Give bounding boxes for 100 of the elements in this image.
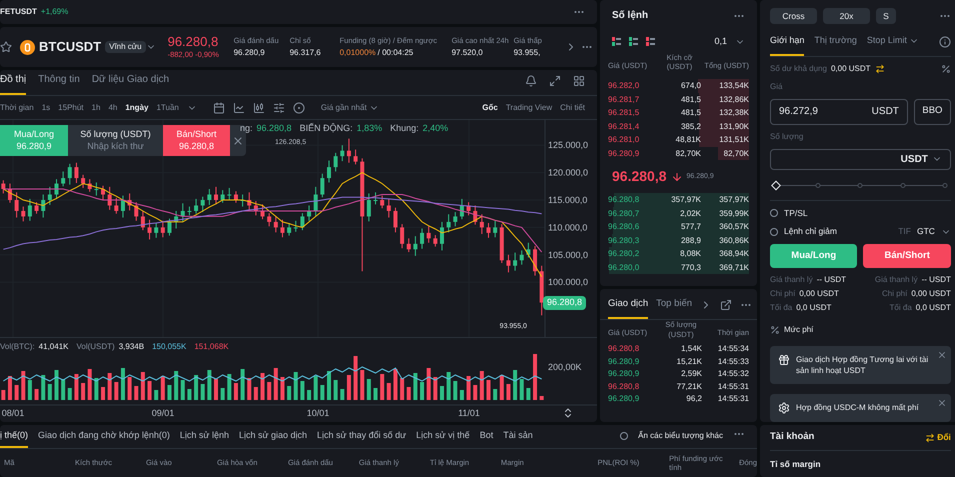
- candlestick: [380, 195, 384, 209]
- info-label: Tối đa: [770, 302, 792, 314]
- volume-value: 3,934B: [118, 341, 144, 353]
- time-cell-text: 14:55:31: [716, 393, 749, 406]
- last-price-tag: 96.280,8: [543, 296, 586, 310]
- volume-value: 150,055K: [152, 341, 186, 353]
- price-source-select[interactable]: Giá gần nhất: [320, 102, 367, 114]
- position-tab[interactable]: Lịch sử vị thế: [416, 428, 470, 448]
- position-tab[interactable]: Bot: [480, 428, 494, 448]
- candlestick: [334, 152, 338, 172]
- price-axis-label: 125.000,0: [548, 140, 588, 150]
- field-label: Giá: [770, 80, 784, 92]
- total-cell-text: 131,90K: [718, 120, 749, 132]
- position-tab[interactable]: Lịch sử thay đổi số dư: [317, 428, 406, 448]
- candlestick: [134, 202, 138, 222]
- total-cell-text: 357,97K: [718, 194, 749, 206]
- quantity-field[interactable]: USDT: [770, 148, 951, 170]
- chart-tab[interactable]: Đồ thị: [0, 72, 26, 95]
- trades-tab[interactable]: Giao dịch: [608, 297, 648, 320]
- chart-tab[interactable]: Thông tin: [38, 72, 80, 95]
- tif-select[interactable]: GTC: [916, 225, 935, 238]
- stat-value: 96.280,9: [234, 48, 265, 58]
- candlestick: [160, 220, 165, 238]
- trades-tab[interactable]: Top biến: [656, 297, 692, 320]
- size-cell-text: 770,3: [680, 262, 701, 274]
- order-type-tab[interactable]: Thị trường: [814, 34, 857, 56]
- candlestick: [34, 202, 39, 214]
- candlestick: [200, 196, 205, 213]
- position-tab[interactable]: ị thế(0): [0, 428, 28, 448]
- price-cell-text: 96.280,2: [608, 248, 640, 260]
- order-type-tab[interactable]: Stop Limit: [866, 34, 919, 56]
- info-value: 0,0 USDT: [796, 302, 832, 314]
- candlestick: [340, 144, 344, 162]
- sell-short-button[interactable]: Bán/Short: [863, 244, 951, 268]
- candlestick: [506, 254, 510, 273]
- size-cell-text: 385,2: [680, 120, 701, 132]
- tick-size-select[interactable]: 0,1: [714, 35, 727, 48]
- notice-text: Giao dịch Hợp đồng Tương lai với tài sản linh hoạt USDT: [796, 354, 930, 376]
- interval-button[interactable]: 15Phút: [58, 102, 84, 114]
- candlestick: [513, 252, 518, 272]
- legend-label: BIẾN ĐỘNG:: [300, 122, 353, 135]
- interval-button[interactable]: Thời gian: [0, 102, 34, 114]
- margin-mode-button[interactable]: S: [876, 8, 896, 24]
- price-axis-label: 105.000,0: [548, 250, 588, 260]
- available-balance-label: Số dư khả dụng: [770, 62, 827, 74]
- info-value: 0,00 USDT: [799, 288, 839, 300]
- info-label: Chi phí: [770, 288, 796, 300]
- candlestick: [374, 192, 378, 205]
- size-cell-text: 8,08K: [679, 248, 701, 260]
- info-label: Chi phí: [882, 288, 908, 300]
- view-tab[interactable]: Chi tiết: [560, 102, 585, 114]
- interval-button[interactable]: 1h: [92, 102, 100, 114]
- price-cell-text: 96.280,9: [608, 393, 640, 406]
- checkbox-label: TP/SL: [784, 206, 808, 220]
- candlestick: [433, 234, 438, 248]
- size-cell-text: 674,0: [680, 80, 701, 92]
- date-axis-label: 08/01: [2, 408, 24, 418]
- position-tab[interactable]: Tài sản: [503, 428, 533, 448]
- interval-button[interactable]: 4h: [108, 102, 118, 114]
- candlestick: [120, 195, 125, 218]
- candlestick: [68, 163, 72, 186]
- quantity-cell-text: 96,2: [685, 393, 702, 406]
- position-tab[interactable]: Lịch sử lệnh: [180, 428, 229, 448]
- candlestick: [393, 207, 398, 233]
- total-cell-text: 131,51K: [718, 134, 749, 146]
- quantity-input[interactable]: Nhập kích thư: [76, 140, 156, 152]
- size-cell-text: 288,9: [680, 234, 701, 246]
- available-balance-value: 0,00 USDT: [830, 62, 871, 74]
- size-cell-text: 2,02K: [679, 208, 701, 220]
- notice-text: Hợp đồng USDC-M không mất phí: [796, 402, 920, 413]
- position-tab[interactable]: Giao dịch đang chờ khớp lệnh(0): [38, 428, 170, 448]
- interval-button[interactable]: 1s: [42, 102, 50, 114]
- quick-sell-button[interactable]: Bán/Short 96.280,8: [163, 125, 230, 156]
- position-tab[interactable]: Lịch sử giao dịch: [238, 428, 308, 448]
- candlestick: [400, 224, 404, 249]
- margin-mode-button[interactable]: Cross: [770, 8, 817, 24]
- date-axis-label: 09/01: [152, 408, 174, 418]
- chart-tab[interactable]: Dữ liệu Giao dịch: [92, 72, 170, 95]
- info-value: -- USDT: [922, 274, 951, 286]
- view-tab[interactable]: Gốc: [482, 102, 498, 114]
- total-cell-text: 359,99K: [718, 208, 749, 220]
- contract-type[interactable]: Vĩnh cửu: [105, 41, 146, 53]
- candlestick: [114, 197, 118, 214]
- last-price: 96.280,8: [168, 34, 220, 50]
- size-cell-text: 481,5: [680, 107, 701, 119]
- candlestick: [167, 218, 172, 236]
- view-tab[interactable]: Trading View: [506, 102, 552, 114]
- bbo-button[interactable]: BBO: [914, 98, 951, 124]
- margin-mode-button[interactable]: 20x: [823, 8, 870, 24]
- interval-button[interactable]: 1Tuần: [156, 102, 179, 114]
- info-value: 0,0 USDT: [916, 302, 951, 314]
- interval-button[interactable]: 1ngày: [125, 102, 148, 114]
- size-cell-text: 357,97K: [670, 194, 701, 206]
- price-field[interactable]: 96.272,9 USDT: [770, 98, 908, 124]
- switch-button[interactable]: Đổi: [937, 431, 951, 444]
- info-label: Giá thanh lý: [770, 274, 813, 286]
- candlestick: [420, 228, 424, 250]
- order-type-tab[interactable]: Giới hạn: [770, 34, 804, 56]
- time-cell-text: 14:55:33: [716, 356, 749, 368]
- fee-link[interactable]: Mức phí: [784, 324, 814, 336]
